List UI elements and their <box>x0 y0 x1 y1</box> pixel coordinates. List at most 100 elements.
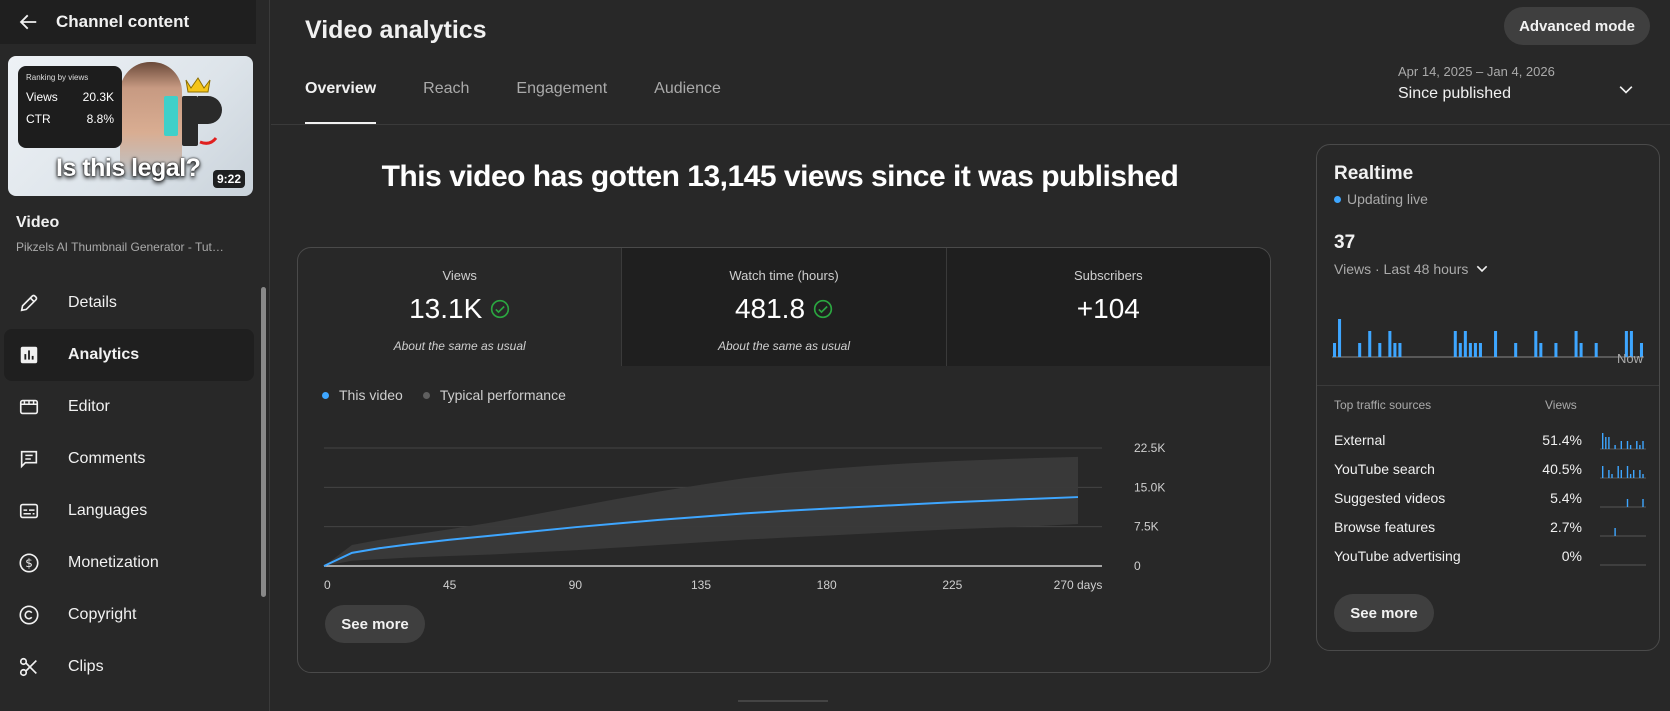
sparkline-bar <box>1633 470 1635 478</box>
legend-label: This video <box>339 387 403 403</box>
x-tick-label: 270 days <box>1054 578 1103 592</box>
sparkline-bar <box>1620 441 1622 449</box>
page-title: Video analytics <box>305 16 487 44</box>
sparkline-bar <box>1602 466 1604 478</box>
traffic-sources-views-label: Views <box>1545 398 1577 412</box>
comments-icon <box>16 446 42 472</box>
check-circle-icon <box>491 299 510 319</box>
traffic-source-percent: 0% <box>1561 548 1582 564</box>
metric-value: 13.1K <box>409 293 483 324</box>
legend-dot <box>322 391 329 399</box>
traffic-sources-title: Top traffic sources <box>1334 398 1432 412</box>
advanced-mode-button[interactable]: Advanced mode <box>1504 7 1650 45</box>
sidebar-item-label: Details <box>68 294 117 311</box>
metric-label: Subscribers <box>1074 268 1143 283</box>
views-chart: 0 7.5K 15.0K 22.5K 0 45 90 135 180 225 270 days <box>323 441 1165 592</box>
realtime-bar <box>1388 331 1392 357</box>
pikzels-logo-icon <box>164 77 222 146</box>
realtime-bar <box>1378 343 1382 357</box>
realtime-bar <box>1579 343 1583 357</box>
views-headline: This video has gotten 13,145 views since… <box>381 160 1179 193</box>
sidebar-item-details[interactable]: Details <box>0 277 260 329</box>
date-range-picker[interactable]: Apr 14, 2025 – Jan 4, 2026 Since publish… <box>1398 64 1650 110</box>
realtime-bar <box>1453 331 1457 357</box>
sidebar-item-clips[interactable]: Clips <box>0 641 260 693</box>
realtime-bar <box>1514 343 1518 357</box>
sparkline-bar <box>1614 445 1616 449</box>
legend-this-video: This video <box>322 387 403 403</box>
chart-legend: This video Typical performance <box>322 387 586 403</box>
realtime-bar <box>1458 343 1462 357</box>
overview-card: Views 13.1K About the same as usual Watc… <box>297 247 1271 673</box>
metric-views[interactable]: Views 13.1K About the same as usual <box>298 248 623 366</box>
metric-label: Views <box>442 268 477 283</box>
copyright-icon <box>16 602 42 628</box>
realtime-now-label: Now <box>1616 351 1643 366</box>
x-tick-label: 180 <box>817 578 837 592</box>
analytics-tabs: Overview Reach Engagement Audience <box>305 80 768 125</box>
sparkline-bar <box>1642 499 1644 507</box>
sidebar-scroll-thumb[interactable] <box>261 287 266 597</box>
realtime-bar <box>1393 343 1397 357</box>
video-duration-badge: 9:22 <box>212 170 245 188</box>
realtime-bar <box>1594 343 1598 357</box>
sparkline-bar <box>1636 441 1638 449</box>
sparkline-bar <box>1642 474 1644 478</box>
analytics-icon <box>16 342 42 368</box>
see-more-button[interactable]: See more <box>325 605 425 643</box>
traffic-source-name: Browse features <box>1334 519 1436 535</box>
editor-icon <box>16 394 42 420</box>
metric-watch-time[interactable]: Watch time (hours) 481.8 About the same … <box>622 248 947 366</box>
realtime-live-label: Updating live <box>1347 191 1428 207</box>
metric-subscribers[interactable]: Subscribers +104 <box>946 248 1270 366</box>
realtime-bar <box>1338 319 1342 357</box>
realtime-bar <box>1494 331 1498 357</box>
sidebar-item-analytics[interactable]: Analytics <box>4 329 254 381</box>
realtime-bar <box>1574 331 1578 357</box>
video-label: Video <box>16 214 60 231</box>
sidebar-item-copyright[interactable]: Copyright <box>0 589 260 641</box>
metric-value: 481.8 <box>734 293 806 324</box>
sidebar-item-languages[interactable]: Languages <box>0 485 260 537</box>
realtime-bar <box>1333 343 1337 357</box>
sidebar-item-comments[interactable]: Comments <box>0 433 260 485</box>
y-tick-label: 15.0K <box>1134 480 1165 494</box>
realtime-see-more-button[interactable]: See more <box>1334 594 1434 632</box>
sparkline-bar <box>1605 437 1607 449</box>
realtime-bar <box>1554 343 1558 357</box>
x-tick-label: 225 <box>942 578 962 592</box>
traffic-source-row: YouTube advertising 0% <box>1334 544 1646 570</box>
realtime-bar <box>1539 343 1543 357</box>
traffic-source-percent: 40.5% <box>1542 461 1582 477</box>
realtime-period-dropdown[interactable]: Views · Last 48 hours <box>1334 261 1490 277</box>
sparkline-bar <box>1611 474 1613 478</box>
sidebar-item-editor[interactable]: Editor <box>0 381 260 433</box>
realtime-bar <box>1398 343 1402 357</box>
tab-audience[interactable]: Audience <box>654 80 721 124</box>
sidebar-item-label: Editor <box>68 398 110 415</box>
traffic-source-sparkline <box>1600 499 1646 508</box>
tab-engagement[interactable]: Engagement <box>516 80 607 124</box>
video-thumbnail[interactable]: Ranking by views Views 20.3K CTR 8.8% Is t… <box>8 56 253 196</box>
sparkline-bar <box>1639 470 1641 478</box>
traffic-source-row: External 51.4% <box>1334 428 1646 454</box>
traffic-source-name: YouTube advertising <box>1334 548 1461 564</box>
realtime-period-label: Views · Last 48 hours <box>1334 261 1469 277</box>
sidebar-item-monetization[interactable]: $ Monetization <box>0 537 260 589</box>
realtime-bar <box>1368 331 1372 357</box>
realtime-bar-chart <box>1332 319 1644 358</box>
metric-note: About the same as usual <box>717 339 851 353</box>
back-button[interactable] <box>0 0 56 44</box>
tab-reach[interactable]: Reach <box>423 80 469 124</box>
traffic-source-row: Suggested videos 5.4% <box>1334 486 1646 512</box>
tab-overview[interactable]: Overview <box>305 80 377 125</box>
x-tick-label: 45 <box>443 578 457 592</box>
realtime-bar <box>1473 343 1477 357</box>
sparkline-bar <box>1629 445 1632 449</box>
thumbnail-ctr-label: CTR <box>26 112 51 126</box>
legend-typical: Typical performance <box>422 387 566 403</box>
sidebar-scrollbar[interactable] <box>261 277 267 707</box>
thumbnail-ctr-value: 8.8% <box>86 112 114 126</box>
pencil-icon <box>16 290 42 316</box>
metric-value: +104 <box>1076 293 1140 324</box>
